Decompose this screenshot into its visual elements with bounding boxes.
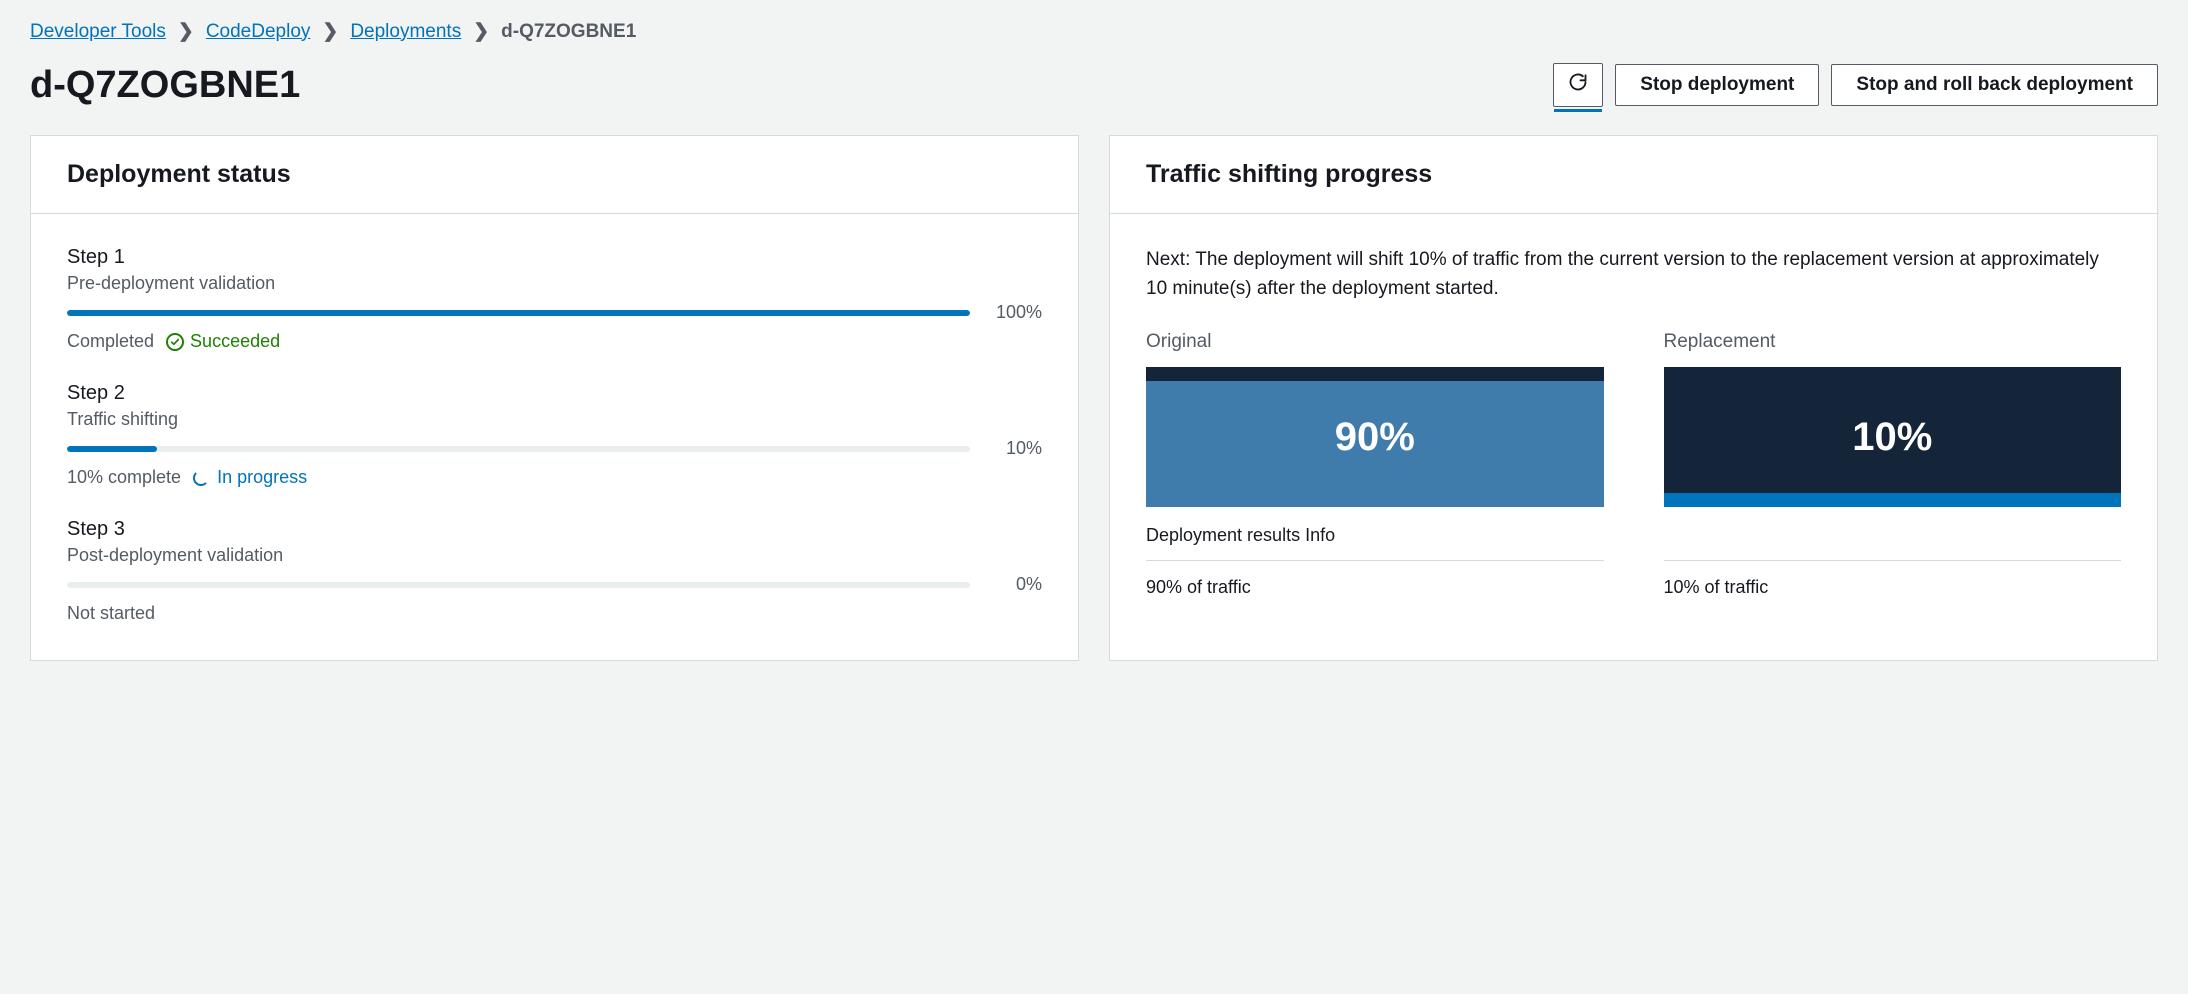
progress-bar [67,582,970,588]
traffic-original-box: 90% [1146,367,1604,507]
status-prefix: 10% complete [67,467,181,488]
status-line: Completed Succeeded [67,331,1042,352]
page-header: d-Q7ZOGBNE1 Stop deployment Stop and rol… [30,63,2158,107]
panel-header: Deployment status [31,136,1078,214]
status-prefix: Not started [67,603,155,624]
stop-rollback-button[interactable]: Stop and roll back deployment [1831,64,2158,106]
breadcrumb-link-codedeploy[interactable]: CodeDeploy [206,21,311,43]
page-title: d-Q7ZOGBNE1 [30,64,300,107]
deployment-results-label: Deployment results Info [1146,525,1604,546]
traffic-replacement-box: 10% [1664,367,2122,507]
divider [1146,560,1604,561]
traffic-columns: Original 90% Deployment results Info 90%… [1146,331,2121,598]
progress-percent: 10% [986,438,1042,459]
status-label: In progress [217,467,307,488]
status-label: Succeeded [190,331,280,352]
status-badge: In progress [193,467,307,488]
panel-title: Deployment status [67,160,1042,189]
traffic-note: Next: The deployment will shift 10% of t… [1146,246,2121,303]
status-badge: Succeeded [166,331,280,352]
breadcrumb: Developer Tools ❯ CodeDeploy ❯ Deploymen… [30,20,2158,43]
panel-body: Next: The deployment will shift 10% of t… [1110,214,2157,634]
traffic-replacement-label: Replacement [1664,331,2122,353]
deployment-step-3: Step 3 Post-deployment validation 0% Not… [67,518,1042,624]
progress-percent: 100% [986,302,1042,323]
step-subtitle: Traffic shifting [67,409,1042,430]
deployment-step-1: Step 1 Pre-deployment validation 100% Co… [67,246,1042,352]
spinner-icon [193,470,209,486]
divider [1664,560,2122,561]
page-actions: Stop deployment Stop and roll back deplo… [1553,63,2158,107]
progress-percent: 0% [986,574,1042,595]
refresh-button[interactable] [1553,63,1603,107]
status-line: 10% complete In progress [67,467,1042,488]
traffic-original-column: Original 90% Deployment results Info 90%… [1146,331,1604,598]
traffic-replacement-pct: 10% [1664,367,2122,507]
spacer [1664,525,2122,546]
status-prefix: Completed [67,331,154,352]
traffic-original-label: Original [1146,331,1604,353]
breadcrumb-link-developer-tools[interactable]: Developer Tools [30,21,166,43]
stop-deployment-button[interactable]: Stop deployment [1615,64,1819,106]
progress-fill [67,310,970,316]
chevron-right-icon: ❯ [178,20,194,43]
step-title: Step 2 [67,382,1042,405]
progress-fill [67,446,157,452]
chevron-right-icon: ❯ [473,20,489,43]
step-title: Step 1 [67,246,1042,269]
progress-bar [67,310,970,316]
step-title: Step 3 [67,518,1042,541]
panel-header: Traffic shifting progress [1110,136,2157,214]
progress-row: 100% [67,302,1042,323]
progress-row: 0% [67,574,1042,595]
traffic-replacement-text: 10% of traffic [1664,577,2122,598]
breadcrumb-current: d-Q7ZOGBNE1 [501,21,636,43]
status-line: Not started [67,603,1042,624]
progress-row: 10% [67,438,1042,459]
step-subtitle: Pre-deployment validation [67,273,1042,294]
progress-bar [67,446,970,452]
traffic-shifting-panel: Traffic shifting progress Next: The depl… [1109,135,2158,661]
panels: Deployment status Step 1 Pre-deployment … [30,135,2158,661]
check-circle-icon [166,333,184,351]
panel-body: Step 1 Pre-deployment validation 100% Co… [31,214,1078,660]
panel-title: Traffic shifting progress [1146,160,2121,189]
traffic-original-text: 90% of traffic [1146,577,1604,598]
deployment-status-panel: Deployment status Step 1 Pre-deployment … [30,135,1079,661]
traffic-replacement-column: Replacement 10% 10% of traffic [1664,331,2122,598]
chevron-right-icon: ❯ [322,20,338,43]
deployment-step-2: Step 2 Traffic shifting 10% 10% complete… [67,382,1042,488]
step-subtitle: Post-deployment validation [67,545,1042,566]
breadcrumb-link-deployments[interactable]: Deployments [350,21,461,43]
refresh-icon [1568,72,1588,98]
traffic-original-pct: 90% [1146,367,1604,507]
